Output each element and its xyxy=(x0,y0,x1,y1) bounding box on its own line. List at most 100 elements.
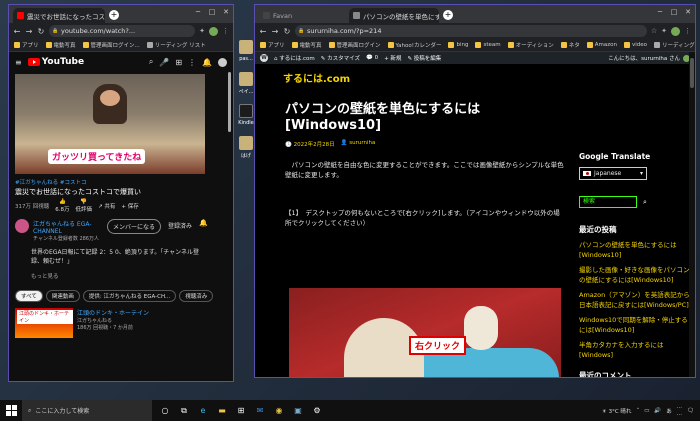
bookmark-item[interactable]: Yahoo!カレンダー xyxy=(387,41,441,49)
sidebar-search-input[interactable]: 検索 xyxy=(579,196,637,208)
related-video[interactable]: 江頭のドンキ・ホーテイン 江頭のドンキ・ホーテイン 江ガちゃんねる 186万 回… xyxy=(9,306,233,340)
scrollbar-thumb[interactable] xyxy=(228,72,231,132)
store-icon[interactable]: ⊞ xyxy=(234,404,248,418)
taskbar-search[interactable]: ⌕ ここに入力して検索 xyxy=(22,400,152,421)
recent-post-link[interactable]: 撮影した画像・好きな画像をパソコンの壁紙にするには[Windows10] xyxy=(579,266,691,285)
admin-customize-link[interactable]: ✎ カスタマイズ xyxy=(321,54,360,62)
dislike-button[interactable]: 👎 低評価 xyxy=(76,199,93,213)
chip-channel[interactable]: 提供: 江ガちゃんねる EGA-CH... xyxy=(82,290,177,302)
bookmark-item[interactable]: 管理画面ログイン xyxy=(328,41,381,49)
desktop-icon[interactable]: pas... xyxy=(236,40,256,66)
chip-related[interactable]: 関連動画 xyxy=(45,290,80,302)
save-button[interactable]: + 保存 xyxy=(121,202,138,210)
search-icon[interactable]: ⌕ xyxy=(149,57,153,67)
task-view-icon[interactable]: ⧉ xyxy=(177,404,191,418)
windows-start-icon[interactable] xyxy=(0,400,22,421)
search-icon[interactable]: ⌕ xyxy=(643,198,647,207)
channel-name[interactable]: 江ガちゃんねる EGA-CHANNEL xyxy=(33,219,103,235)
forward-icon[interactable]: → xyxy=(271,27,279,36)
tab-youtube[interactable]: 震災でお世話になったコストコで爆... × xyxy=(13,8,105,23)
chip-all[interactable]: すべて xyxy=(15,290,43,302)
volume-icon[interactable]: 🔊 xyxy=(654,408,661,414)
video-player[interactable]: ガッツリ買ってきたね xyxy=(15,74,205,174)
desktop-icon[interactable]: ペイ... xyxy=(236,72,256,98)
create-video-icon[interactable]: ⊞ xyxy=(175,58,182,67)
desktop-icon[interactable]: Kindle xyxy=(236,104,256,130)
bell-icon[interactable]: 🔔 xyxy=(199,219,208,227)
admin-site-link[interactable]: ⌂ するには.com xyxy=(274,54,315,62)
bookmark-item[interactable]: アプリ xyxy=(14,41,39,49)
chrome-icon[interactable]: ◉ xyxy=(272,404,286,418)
tab-blog-post[interactable]: パソコンの壁紙を単色にするには[W... × xyxy=(349,8,439,23)
page-scrollbar[interactable] xyxy=(689,52,695,377)
tab-favan[interactable]: Favan xyxy=(259,8,349,23)
like-button[interactable]: 👍 6.8万 xyxy=(55,199,69,213)
bookmark-item[interactable]: リーディング リスト xyxy=(654,41,695,49)
desktop-icon[interactable]: はげ xyxy=(236,136,256,162)
minimize-icon[interactable]: ─ xyxy=(653,5,667,19)
chip-watched[interactable]: 視聴済み xyxy=(179,290,214,302)
hamburger-menu-icon[interactable]: ≡ xyxy=(15,58,22,67)
user-avatar[interactable] xyxy=(218,57,227,67)
scrollbar-thumb[interactable] xyxy=(690,58,694,88)
wordpress-logo-icon[interactable]: W xyxy=(260,54,268,62)
menu-icon[interactable]: ⋮ xyxy=(222,27,229,35)
microphone-icon[interactable]: 🎤 xyxy=(159,58,169,67)
recent-post-link[interactable]: パソコンの壁紙を単色にするには[Windows10] xyxy=(579,241,691,260)
address-bar[interactable]: youtube.com/watch?... xyxy=(49,25,196,37)
extension-icon[interactable]: ✦ xyxy=(661,27,667,35)
new-tab-button[interactable]: + xyxy=(443,10,453,20)
bookmark-item[interactable]: オーディション xyxy=(507,41,554,49)
bookmark-item[interactable]: video xyxy=(623,42,647,48)
cortana-icon[interactable]: ○ xyxy=(158,404,172,418)
channel-avatar[interactable] xyxy=(15,219,29,233)
address-bar[interactable]: sururniha.com/?p=214 xyxy=(295,25,647,37)
photos-icon[interactable]: ▣ xyxy=(291,404,305,418)
edge-icon[interactable]: e xyxy=(196,404,210,418)
bookmark-item[interactable]: Amazon xyxy=(586,42,617,48)
bookmark-item[interactable]: ネタ xyxy=(560,41,580,49)
forward-icon[interactable]: → xyxy=(25,27,33,36)
star-bookmark-icon[interactable]: ☆ xyxy=(651,27,657,35)
recent-post-link[interactable]: 半角カタカナを入力するには[Windows] xyxy=(579,341,691,360)
new-tab-button[interactable]: + xyxy=(109,10,119,20)
chevron-up-icon[interactable]: ˄ xyxy=(636,408,639,414)
join-membership-button[interactable]: メンバーになる xyxy=(107,219,162,234)
extension-icon[interactable]: ✦ xyxy=(199,27,205,35)
related-title[interactable]: 江頭のドンキ・ホーテイン xyxy=(77,308,149,317)
ime-icon[interactable]: あ xyxy=(666,407,672,415)
admin-greeting[interactable]: こんにちは、sururniha さん xyxy=(608,54,690,62)
youtube-logo[interactable]: YouTube xyxy=(27,57,84,67)
bookmark-item[interactable]: 電動写真 xyxy=(291,41,322,49)
bookmark-item[interactable]: bing xyxy=(448,42,468,48)
file-explorer-icon[interactable]: ▬ xyxy=(215,404,229,418)
language-select[interactable]: Japanese ▾ xyxy=(579,167,647,180)
maximize-icon[interactable]: □ xyxy=(667,5,681,19)
menu-icon[interactable]: ⋮ xyxy=(684,27,691,35)
mail-icon[interactable]: ✉ xyxy=(253,404,267,418)
notification-icon[interactable]: 🗨 xyxy=(687,408,694,414)
bookmark-item[interactable]: 電動写真 xyxy=(45,41,76,49)
admin-new-link[interactable]: + 新規 xyxy=(384,54,401,62)
site-title[interactable]: するには.com xyxy=(255,64,695,91)
bookmark-item[interactable]: 管理画面ログイン... xyxy=(82,41,140,49)
back-icon[interactable]: ← xyxy=(13,27,21,36)
weather-widget[interactable]: ☀ 3°C 晴れ xyxy=(602,407,632,415)
recent-post-link[interactable]: Amazon（アマゾン）を英語表記から日本語表記に戻すには[Windows/PC… xyxy=(579,291,691,310)
close-window-icon[interactable]: ✕ xyxy=(681,5,695,19)
close-window-icon[interactable]: ✕ xyxy=(219,5,233,19)
bookmark-item[interactable]: steam xyxy=(475,42,501,48)
notifications-bell-icon[interactable]: 🔔 xyxy=(202,58,212,67)
clock[interactable]: ... ... xyxy=(677,404,682,418)
recent-post-link[interactable]: Windows10で同期を解除・停止するには[Windows10] xyxy=(579,316,691,335)
maximize-icon[interactable]: □ xyxy=(205,5,219,19)
apps-grid-icon[interactable]: ⋮ xyxy=(188,58,196,67)
settings-gear-icon[interactable]: ⚙ xyxy=(310,404,324,418)
hashtags[interactable]: #江ガちゃんねる #コストコ xyxy=(15,178,227,186)
back-icon[interactable]: ← xyxy=(259,27,267,36)
related-thumbnail[interactable]: 江頭のドンキ・ホーテイン xyxy=(15,308,73,338)
post-author[interactable]: 👤 sururniha xyxy=(341,140,376,148)
subscribed-button[interactable]: 登録済み xyxy=(165,219,195,232)
network-icon[interactable]: ▭ xyxy=(644,408,649,414)
reload-icon[interactable]: ↻ xyxy=(37,27,45,36)
